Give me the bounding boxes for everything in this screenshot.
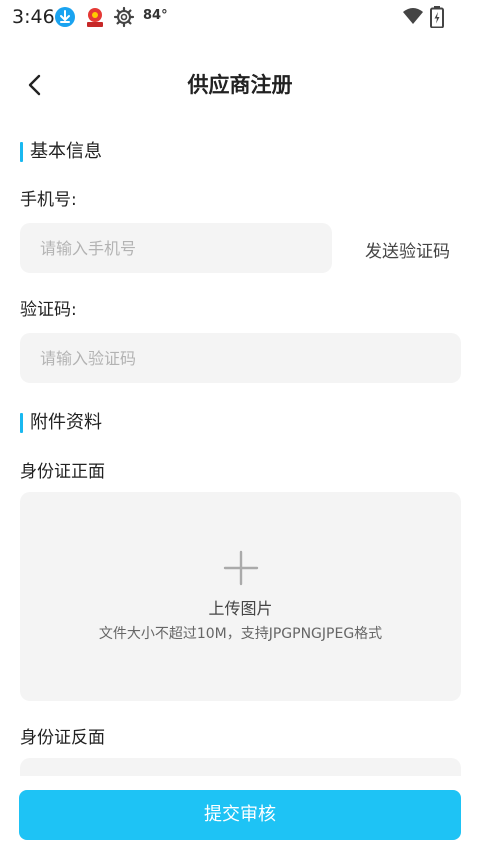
download-icon [54,6,76,28]
plus-icon [223,550,259,586]
id-back-label: 身份证反面 [20,728,105,748]
upload-description: 文件大小不超过10M，支持JPGPNGJPEG格式 [98,626,383,642]
app-notification-icon [84,6,106,28]
page-title: 供应商注册 [187,73,293,97]
code-input[interactable] [40,333,441,383]
status-bar: 3:46 84° [0,0,480,34]
id-front-label: 身份证正面 [20,462,105,482]
code-label: 验证码: [20,300,77,320]
bottom-action-bar: 提交审核 [0,776,480,854]
id-front-upload-area[interactable]: 上传图片 文件大小不超过10M，支持JPGPNGJPEG格式 [20,492,461,701]
battery-charging-icon [430,6,444,32]
status-temperature: 84° [143,8,168,23]
upload-title: 上传图片 [208,599,273,618]
phone-input-container[interactable] [20,223,332,273]
send-code-button[interactable]: 发送验证码 [365,237,450,262]
phone-label: 手机号: [20,190,77,210]
settings-gear-icon [113,6,135,28]
section-title-attachments: 附件资料 [20,412,102,434]
section-title-basic-info: 基本信息 [20,141,102,163]
phone-input[interactable] [40,223,312,273]
status-time: 3:46 [12,6,55,28]
code-input-container[interactable] [20,333,461,383]
submit-review-button[interactable]: 提交审核 [19,790,461,840]
wifi-icon [402,6,424,30]
page-header: 供应商注册 [0,56,480,112]
